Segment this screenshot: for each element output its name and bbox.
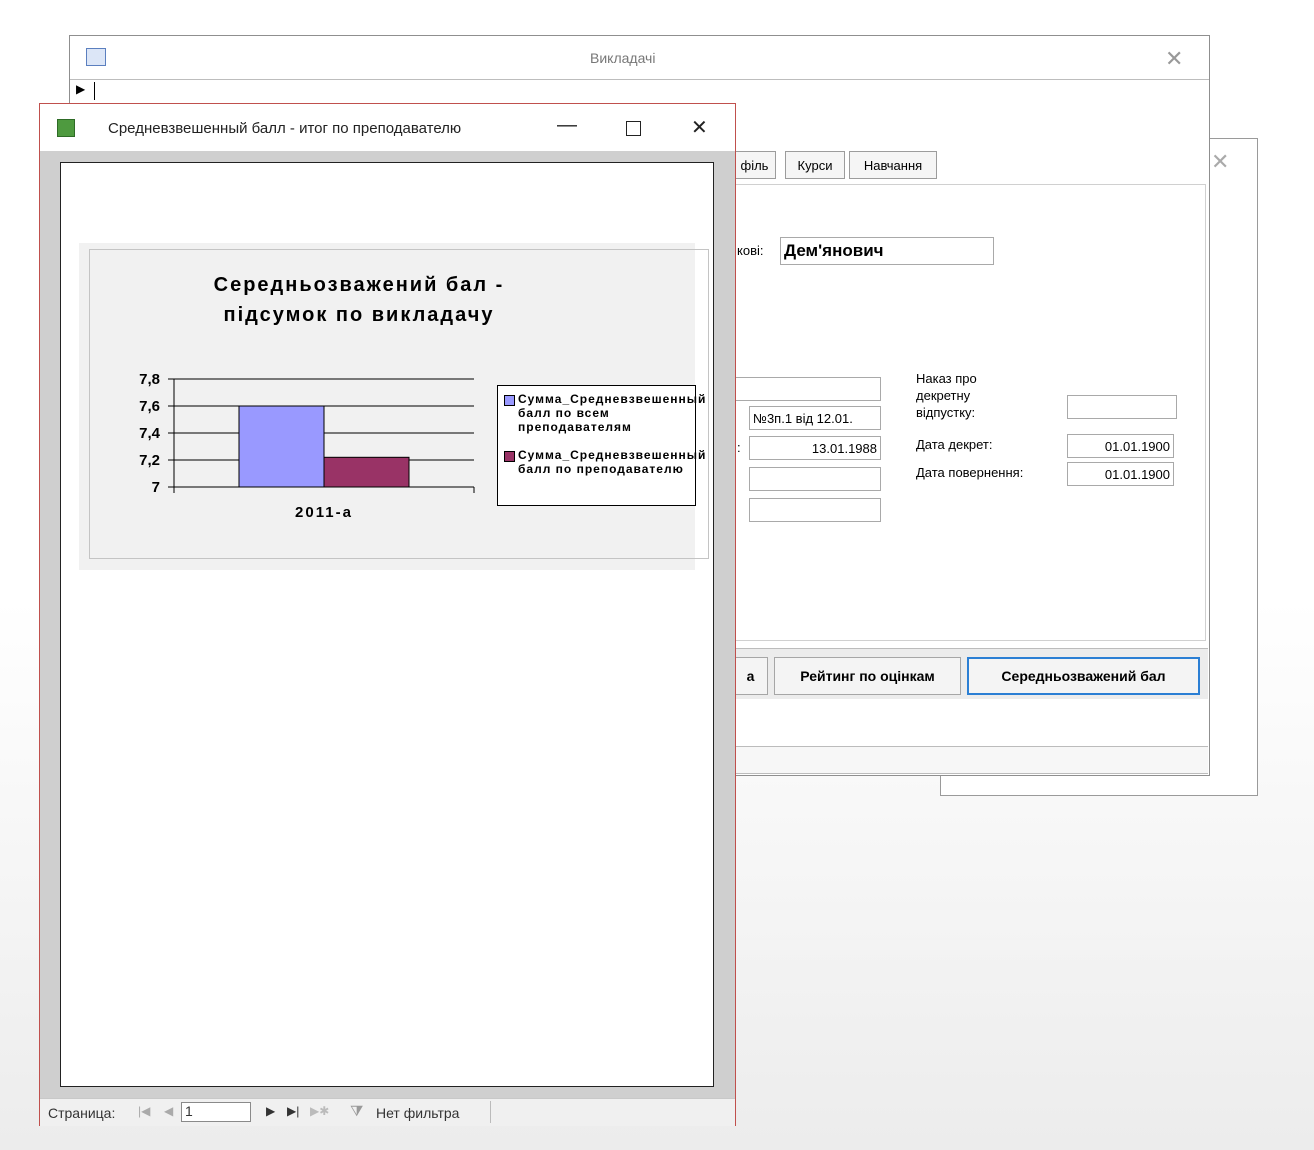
statusbar-divider <box>490 1101 491 1123</box>
header-divider <box>70 79 1209 80</box>
tab-education[interactable]: Навчання <box>849 151 937 179</box>
date-label: : <box>737 440 741 455</box>
decree-date-field[interactable]: 01.01.1900 <box>1067 434 1174 458</box>
average-score-button[interactable]: Середньозважений бал <box>967 657 1200 695</box>
navigation-bar: Страница: |◀ ◀ 1 ▶ ▶| ▶✱ ⧩ Нет фильтра <box>40 1098 735 1126</box>
prev-page-icon[interactable]: ◀ <box>164 1104 173 1118</box>
report-page: Середньозважений бал - підсумок по викла… <box>60 162 714 1087</box>
y-tick-label: 7,6 <box>139 398 160 415</box>
form-icon <box>86 48 106 66</box>
tab-profile[interactable]: філь <box>734 151 776 179</box>
page-label: Страница: <box>48 1105 116 1121</box>
bottom-scrollbar[interactable] <box>734 746 1208 774</box>
maternity-order-field[interactable] <box>1067 395 1177 419</box>
maternity-order-label: Наказ про декретну відпустку: <box>916 371 977 420</box>
next-page-icon[interactable]: ▶ <box>266 1104 275 1118</box>
legend-swatch-all <box>504 395 515 406</box>
return-date-label: Дата повернення: <box>916 465 1024 480</box>
button-partial[interactable]: а <box>734 657 768 695</box>
chart-container: Середньозважений бал - підсумок по викла… <box>79 243 709 570</box>
x-category-label: 2011-а <box>295 504 353 521</box>
record-selector[interactable]: ▶ <box>76 82 95 100</box>
decree-date-label: Дата декрет: <box>916 437 993 452</box>
y-tick-label: 7,2 <box>139 452 160 469</box>
window-title: Средневзвешенный балл - итог по преподав… <box>108 120 462 137</box>
new-record-icon[interactable]: ▶✱ <box>310 1104 329 1118</box>
patronymic-label: кові: <box>737 243 764 258</box>
report-window: Средневзвешенный балл - итог по преподав… <box>39 103 736 1126</box>
y-tick-label: 7,4 <box>139 425 161 442</box>
patronymic-field[interactable]: Дем'янович <box>780 237 994 265</box>
tab-courses[interactable]: Курси <box>785 151 845 179</box>
filter-icon[interactable]: ⧩ <box>350 1103 363 1120</box>
bar <box>323 456 410 488</box>
last-page-icon[interactable]: ▶| <box>287 1104 299 1118</box>
chart-title: Середньозважений бал - підсумок по викла… <box>213 274 505 326</box>
first-page-icon[interactable]: |◀ <box>138 1104 150 1118</box>
field-blank-3[interactable] <box>749 498 881 522</box>
close-icon[interactable]: ✕ <box>1211 149 1229 175</box>
close-icon[interactable]: ✕ <box>1165 46 1183 72</box>
window-title: Викладачі <box>590 50 656 66</box>
chart-legend: Сумма_Средневзвешенный балл по всем преп… <box>497 385 707 506</box>
legend-label-all: Сумма_Средневзвешенный балл по всем преп… <box>518 392 707 434</box>
rating-button[interactable]: Рейтинг по оцінкам <box>774 657 961 695</box>
order-field[interactable]: №3п.1 від 12.01. <box>749 406 881 430</box>
minimize-icon[interactable]: — <box>557 114 577 137</box>
maximize-icon[interactable] <box>626 121 641 136</box>
legend-label-teacher: Сумма_Средневзвешенный балл по преподава… <box>518 448 707 476</box>
date-field[interactable]: 13.01.1988 <box>749 436 881 460</box>
chart-plot: 7,8 7,6 7,4 7,2 7 2011-а <box>139 371 475 521</box>
return-date-field[interactable]: 01.01.1900 <box>1067 462 1174 486</box>
bar <box>238 405 325 488</box>
report-icon <box>57 119 75 137</box>
close-icon[interactable]: ✕ <box>691 115 708 140</box>
filter-label[interactable]: Нет фильтра <box>376 1105 459 1121</box>
y-tick-label: 7 <box>152 479 160 496</box>
legend-swatch-teacher <box>504 451 515 462</box>
y-tick-label: 7,8 <box>139 371 160 388</box>
page-number-field[interactable]: 1 <box>181 1102 251 1122</box>
field-blank-2[interactable] <box>749 467 881 491</box>
field-blank-1[interactable] <box>734 377 881 401</box>
